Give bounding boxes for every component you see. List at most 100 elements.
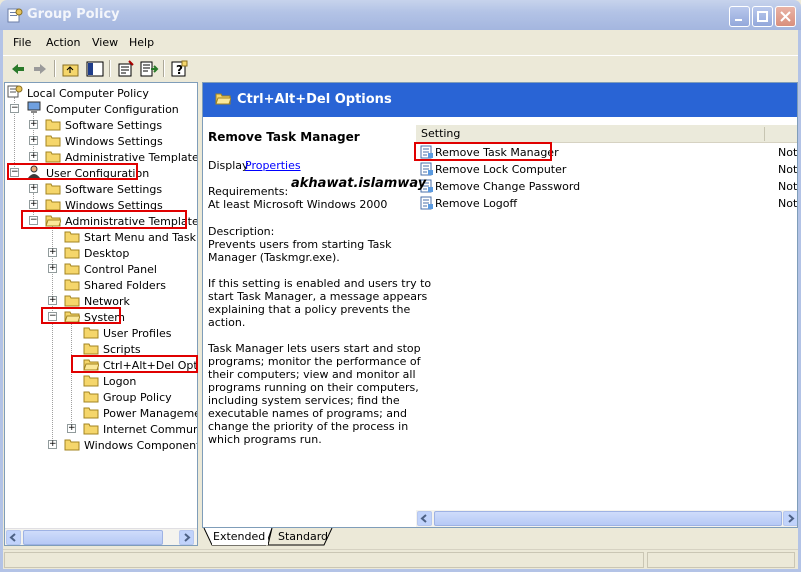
scroll-left-button[interactable] bbox=[6, 530, 21, 545]
policy-setting-icon bbox=[420, 196, 433, 210]
setting-state: Not bbox=[778, 197, 798, 210]
tree-item-software-settings[interactable]: + Software Settings bbox=[28, 117, 197, 133]
tree-item-software-settings[interactable]: + Software Settings bbox=[28, 181, 197, 197]
column-header-setting[interactable]: Setting bbox=[416, 125, 797, 143]
tree-item-user-profiles[interactable]: User Profiles bbox=[66, 325, 197, 341]
list-item[interactable]: Remove Change Password Not bbox=[416, 178, 797, 195]
expand-toggle[interactable]: + bbox=[48, 296, 57, 305]
description-line: Prevents users from starting Task bbox=[208, 238, 392, 251]
tree-item-internet-communication[interactable]: + Internet Communication Management bbox=[66, 421, 197, 437]
tree-item-windows-settings[interactable]: + Windows Settings bbox=[28, 133, 197, 149]
tree-item-shared-folders[interactable]: Shared Folders bbox=[47, 277, 197, 293]
window-title: Group Policy bbox=[27, 7, 120, 22]
tree-item-local-computer-policy[interactable]: Local Computer Policy bbox=[7, 85, 197, 101]
expand-toggle[interactable]: + bbox=[48, 440, 57, 449]
description-line: Manager (Taskmgr.exe). bbox=[208, 251, 340, 264]
expand-toggle[interactable]: + bbox=[29, 200, 38, 209]
group-policy-icon bbox=[7, 8, 23, 23]
view-tabs: Extended Standard bbox=[202, 528, 798, 546]
details-header-title: Ctrl+Alt+Del Options bbox=[237, 92, 392, 107]
expand-toggle[interactable]: + bbox=[48, 264, 57, 273]
tree-item-start-menu[interactable]: Start Menu and Taskbar bbox=[47, 229, 197, 245]
export-list-icon[interactable] bbox=[139, 59, 159, 79]
expand-toggle[interactable]: + bbox=[48, 248, 57, 257]
folder-icon bbox=[45, 119, 61, 131]
menu-help[interactable]: Help bbox=[129, 36, 154, 49]
tree-item-logon[interactable]: Logon bbox=[66, 373, 197, 389]
properties-link[interactable]: Properties bbox=[245, 159, 301, 172]
folder-icon bbox=[45, 135, 61, 147]
tree-item-group-policy[interactable]: Group Policy bbox=[66, 389, 197, 405]
properties-icon[interactable] bbox=[116, 59, 136, 79]
expand-toggle[interactable]: + bbox=[29, 136, 38, 145]
tree-item-control-panel[interactable]: + Control Panel bbox=[47, 261, 197, 277]
tree-item-desktop[interactable]: + Desktop bbox=[47, 245, 197, 261]
setting-name: Remove Lock Computer bbox=[435, 163, 567, 176]
minimize-button[interactable] bbox=[729, 6, 750, 27]
requirements-value: At least Microsoft Windows 2000 bbox=[208, 198, 388, 211]
column-divider[interactable] bbox=[764, 127, 765, 141]
tree-label: Windows Components bbox=[84, 439, 198, 452]
folder-icon bbox=[64, 247, 80, 259]
setting-title: Remove Task Manager bbox=[208, 130, 360, 144]
tree-label: Shared Folders bbox=[84, 279, 166, 292]
tree-horizontal-scrollbar[interactable] bbox=[5, 528, 197, 545]
title-bar: Group Policy bbox=[0, 0, 801, 30]
folder-icon bbox=[83, 407, 99, 419]
setting-name: Remove Logoff bbox=[435, 197, 518, 210]
forward-arrow-icon[interactable] bbox=[30, 59, 50, 79]
tree-label: Computer Configuration bbox=[46, 103, 179, 116]
tree-item-power-management[interactable]: Power Management bbox=[66, 405, 197, 421]
tree-label: Logon bbox=[103, 375, 137, 388]
folder-icon bbox=[45, 151, 61, 163]
tree-label: Power Management bbox=[103, 407, 197, 420]
collapse-toggle[interactable]: − bbox=[10, 104, 19, 113]
list-item[interactable]: Remove Lock Computer Not bbox=[416, 161, 797, 178]
list-horizontal-scrollbar[interactable] bbox=[416, 510, 797, 527]
expand-toggle[interactable]: + bbox=[29, 152, 38, 161]
description-line: programs; monitor the performance of bbox=[208, 355, 421, 368]
folder-icon bbox=[64, 263, 80, 275]
status-panel bbox=[647, 552, 795, 568]
show-hide-tree-icon[interactable] bbox=[85, 59, 105, 79]
tree-item-computer-configuration[interactable]: − Computer Configuration bbox=[9, 101, 197, 117]
toolbar-separator bbox=[109, 60, 111, 77]
scroll-thumb[interactable] bbox=[23, 530, 163, 545]
menu-file[interactable]: File bbox=[13, 36, 31, 49]
folder-icon bbox=[83, 391, 99, 403]
policy-setting-icon bbox=[420, 162, 433, 176]
scroll-thumb[interactable] bbox=[434, 511, 782, 526]
setting-name: Remove Change Password bbox=[435, 180, 581, 193]
status-bar bbox=[3, 549, 798, 569]
folder-icon bbox=[64, 279, 80, 291]
highlight-box-administrative-templates bbox=[21, 210, 187, 229]
tab-label: Standard bbox=[278, 530, 329, 543]
scroll-right-button[interactable] bbox=[783, 511, 797, 526]
close-button[interactable] bbox=[775, 6, 796, 27]
description-line: including system services; find the bbox=[208, 394, 400, 407]
description-line: their computers; view and monitor all bbox=[208, 368, 416, 381]
up-folder-icon[interactable] bbox=[61, 59, 81, 79]
display-label: Display bbox=[208, 159, 249, 172]
menu-action[interactable]: Action bbox=[46, 36, 80, 49]
tab-extended[interactable]: Extended bbox=[212, 528, 268, 545]
scroll-left-button[interactable] bbox=[417, 511, 432, 526]
tree-label: Windows Settings bbox=[65, 135, 163, 148]
tree-label: Start Menu and Taskbar bbox=[84, 231, 197, 244]
tree-label: Local Computer Policy bbox=[27, 87, 149, 100]
tab-standard[interactable]: Standard bbox=[276, 528, 328, 545]
toolbar-separator bbox=[54, 60, 56, 77]
help-icon[interactable]: ? bbox=[170, 59, 190, 79]
scroll-right-button[interactable] bbox=[179, 530, 194, 545]
settings-list: Setting Remove Task Manager Not Remove L… bbox=[416, 117, 798, 527]
menu-view[interactable]: View bbox=[92, 36, 118, 49]
back-arrow-icon[interactable] bbox=[8, 59, 28, 79]
list-item[interactable]: Remove Logoff Not bbox=[416, 195, 798, 212]
description-line: action. bbox=[208, 316, 246, 329]
expand-toggle[interactable]: + bbox=[67, 424, 76, 433]
expand-toggle[interactable]: + bbox=[29, 184, 38, 193]
tree-item-windows-components[interactable]: + Windows Components bbox=[47, 437, 197, 453]
description-line: change the priority of the process in bbox=[208, 420, 409, 433]
maximize-button[interactable] bbox=[752, 6, 773, 27]
expand-toggle[interactable]: + bbox=[29, 120, 38, 129]
